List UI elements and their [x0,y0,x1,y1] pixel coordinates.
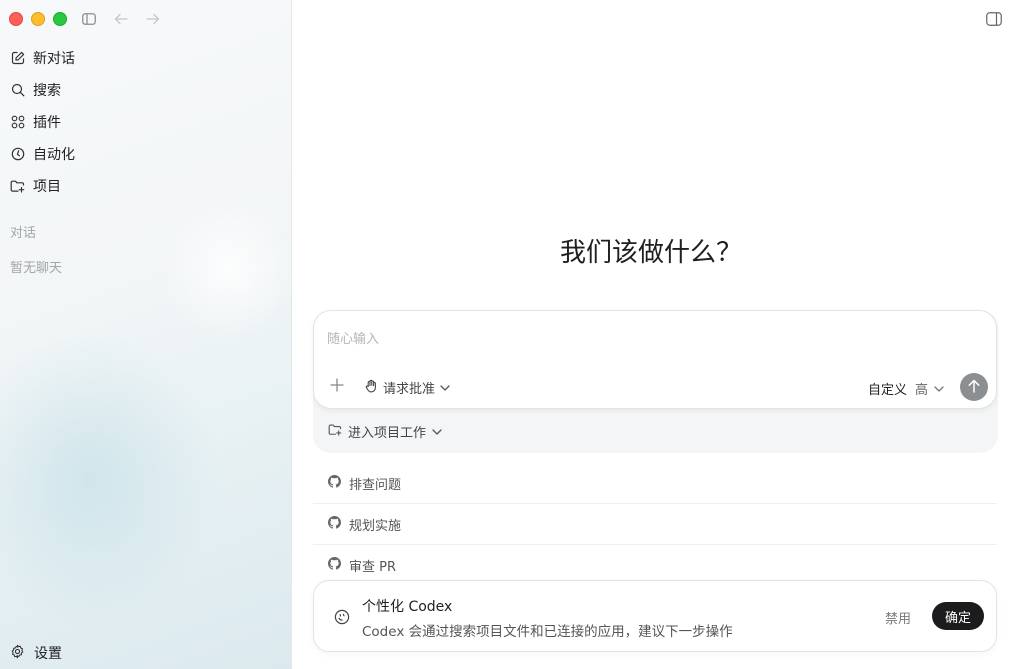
disable-button[interactable]: 禁用 [885,608,911,627]
suggestion-label: 规划实施 [349,518,402,534]
sidebar-item-label: 项目 [33,179,61,195]
sidebar-item-label: 搜索 [33,83,61,99]
approval-mode-label: 请求批准 [383,382,436,397]
model-selector[interactable]: 自定义 高 [868,379,944,398]
github-icon [328,515,341,533]
personalize-banner: 个性化 Codex Codex 会通过搜索项目文件和已连接的应用，建议下一步操作… [313,580,997,652]
custom-label[interactable]: 自定义 [868,379,907,398]
sidebar: 新对话 搜索 插件 自动化 项目 对话 暂无聊天 设置 [0,0,300,669]
send-button[interactable] [960,373,988,401]
back-arrow-icon[interactable] [112,10,130,28]
chevron-down-icon [432,424,442,439]
chevron-down-icon [934,381,944,396]
banner-title: 个性化 Codex [362,599,453,615]
grid-icon [10,115,25,130]
composer-container: 随心输入 请求批准 自定义 高 进入项目工作 [313,310,998,453]
folder-plus-icon [328,424,342,440]
sidebar-item-projects[interactable]: 项目 [0,170,292,202]
banner-description: Codex 会通过搜索项目文件和已连接的应用，建议下一步操作 [362,624,733,640]
minimize-window-button[interactable] [31,12,45,26]
arrow-up-icon [968,378,980,397]
zoom-window-button[interactable] [53,12,67,26]
sidebar-toggle-icon[interactable] [80,10,98,28]
github-icon [328,474,341,492]
confirm-button[interactable]: 确定 [932,602,984,630]
window-controls [9,12,67,26]
smile-icon [334,609,350,625]
sidebar-item-automation[interactable]: 自动化 [0,138,292,170]
panel-toggle-icon[interactable] [986,11,1002,26]
github-icon [328,557,341,574]
page-title: 我们该做什么？ [559,238,742,268]
settings-button[interactable]: 设置 [10,643,62,663]
composer-input[interactable]: 随心输入 [327,328,379,347]
sidebar-item-new-chat[interactable]: 新对话 [0,42,292,74]
reasoning-level-dropdown[interactable]: 高 [915,379,944,398]
chevron-down-icon [440,380,450,395]
gear-icon [10,644,25,663]
sidebar-item-plugins[interactable]: 插件 [0,106,292,138]
composer[interactable]: 随心输入 请求批准 自定义 高 [313,310,997,409]
hand-icon [364,379,378,397]
sidebar-item-label: 自动化 [33,147,75,163]
sidebar-toolbar [80,10,162,28]
search-icon [10,83,25,98]
clock-icon [10,147,25,162]
project-work-label: 进入项目工作 [348,426,427,441]
sidebar-nav: 新对话 搜索 插件 自动化 项目 [0,42,292,202]
reasoning-level-label: 高 [914,383,928,398]
suggestion-plan[interactable]: 规划实施 [313,504,997,545]
sidebar-item-search[interactable]: 搜索 [0,74,292,106]
conversations-section-label: 对话 [10,226,37,241]
empty-conversations-label: 暂无聊天 [10,261,63,276]
project-work-dropdown[interactable]: 进入项目工作 [328,422,442,441]
sidebar-item-label: 插件 [33,115,61,131]
close-window-button[interactable] [9,12,23,26]
suggestion-label: 排查问题 [349,477,402,493]
edit-icon [10,51,25,66]
sidebar-item-label: 新对话 [33,51,75,67]
folder-icon [10,179,25,194]
approval-mode-dropdown[interactable]: 请求批准 [364,378,450,397]
settings-label: 设置 [34,646,62,662]
suggestion-troubleshoot[interactable]: 排查问题 [313,463,997,504]
suggestion-list: 排查问题 规划实施 审查 PR [313,463,997,586]
suggestion-label: 审查 PR [349,560,397,575]
plus-icon[interactable] [329,377,345,393]
main-panel: 我们该做什么？ 随心输入 请求批准 自定义 高 进入项目工作 排查问题 规划实施… [293,0,1009,669]
forward-arrow-icon[interactable] [144,10,162,28]
